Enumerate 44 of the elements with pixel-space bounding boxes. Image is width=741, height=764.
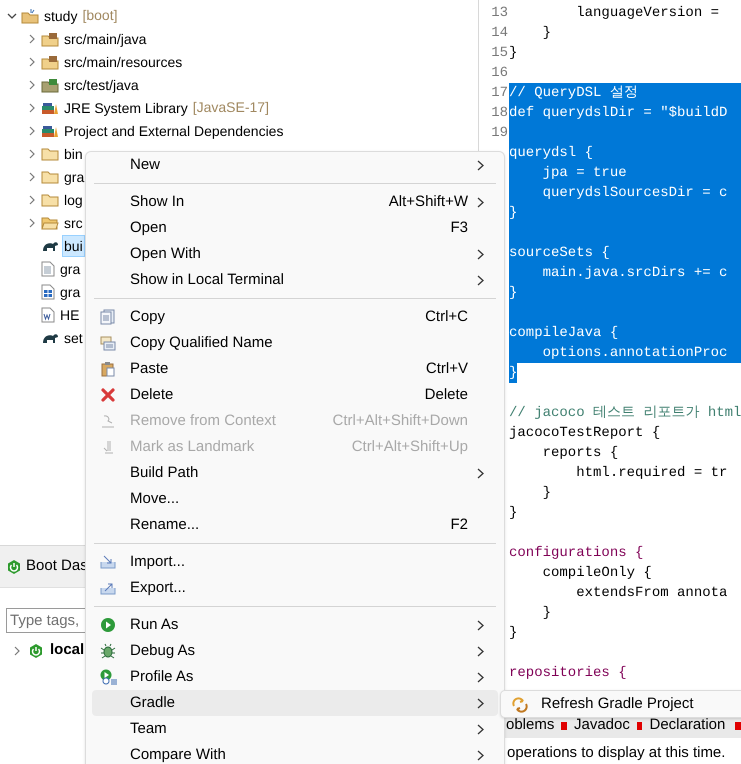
code-line: }	[509, 624, 518, 643]
code-line: options.annotationProc	[542, 344, 728, 363]
code-line: }	[542, 484, 552, 503]
code-line: compileJava {	[509, 324, 618, 343]
code-line: main.java.srcDirs += c	[542, 264, 728, 283]
code-line: compileOnly {	[542, 564, 652, 583]
line-number: 19	[490, 124, 509, 143]
shortcut-label: Ctrl+Alt+Shift+Down	[332, 410, 468, 431]
code-line: querydsl {	[509, 144, 594, 163]
tree-item-decoration: [boot]	[82, 6, 118, 25]
shortcut-label: Delete	[424, 384, 468, 405]
shortcut-label: F2	[450, 514, 468, 535]
shortcut-label: Alt+Shift+W	[388, 192, 468, 212]
code-line: }	[542, 24, 552, 43]
code-line: }	[542, 604, 552, 623]
code-line: configurations {	[509, 544, 644, 563]
line-number: 14	[490, 24, 509, 43]
code-line: }	[509, 204, 518, 223]
line-number: 18	[490, 104, 509, 123]
shortcut-label: Ctrl+C	[425, 306, 468, 327]
code-line: extendsFrom annota	[575, 584, 728, 603]
code-line: jpa = true	[542, 164, 627, 183]
line-number: 15	[490, 44, 509, 63]
code-line: }	[509, 44, 518, 63]
code-line: querydslSourcesDir = c	[542, 184, 728, 203]
code-line: }	[509, 284, 518, 303]
code-line: sourceSets {	[509, 244, 610, 263]
line-number: 13	[490, 4, 509, 23]
code-line: // jacoco 테스트 리포트가 html	[509, 404, 741, 423]
shortcut-label: Ctrl+Alt+Shift+Up	[352, 436, 468, 457]
code-line: jacocoTestReport {	[509, 424, 660, 443]
tree-item-decoration: [JavaSE-17]	[192, 98, 269, 117]
code-line: }	[509, 504, 518, 523]
code-line: def querydslDir = "$buildD	[509, 104, 728, 123]
code-line: // QueryDSL 설정	[509, 84, 638, 103]
status-message: operations to display at this time.	[506, 742, 726, 762]
line-number: 16	[490, 64, 509, 83]
code-line: languageVersion =	[575, 4, 720, 23]
code-line: reports {	[542, 444, 618, 463]
shortcut-label: F3	[450, 218, 468, 238]
code-line: html.required = tr	[575, 464, 728, 483]
line-number: 17	[490, 84, 509, 103]
code-line: repositories {	[509, 664, 627, 683]
shortcut-label: Ctrl+V	[426, 358, 468, 379]
